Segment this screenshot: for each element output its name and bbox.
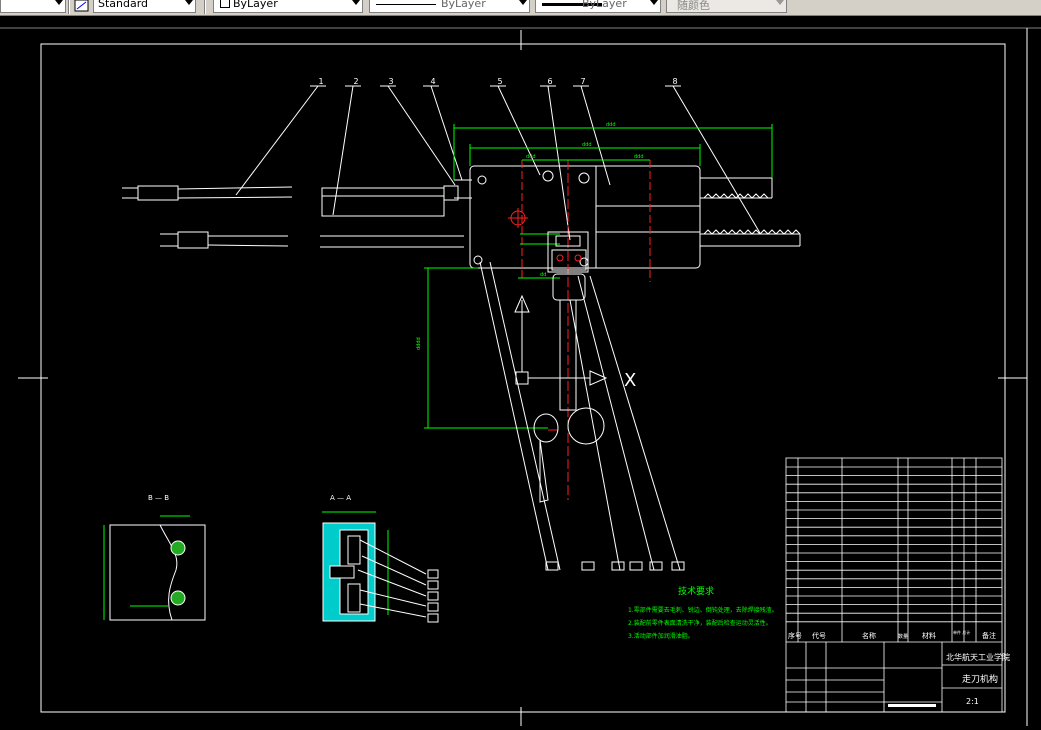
- part-number-tags: [545, 561, 685, 571]
- layer-combo[interactable]: ByLayer: [213, 0, 363, 13]
- centerlines-red: [508, 160, 651, 500]
- axis-x-label: X: [624, 370, 636, 391]
- section-bb-view: [103, 515, 206, 621]
- balloon-3: 3: [388, 77, 393, 86]
- tech-req-line-2: 2.装配前零件表面清洗干净，装配后检查运动灵活性。: [628, 619, 772, 627]
- section-bb-label: B — B: [148, 494, 169, 502]
- toolbar-separator: [68, 0, 70, 14]
- style-combo[interactable]: Standard: [93, 0, 196, 13]
- drawing-name: 走刀机构: [962, 673, 998, 685]
- balloon-7: 7: [580, 77, 585, 86]
- tech-req-line-3: 3.活动部件加润滑油脂。: [628, 632, 694, 640]
- balloon-4: 4: [430, 77, 435, 86]
- title-block-text: 序号 代号 名称 数量 材料 单件 总计 备注 北华航天工业学院 走刀机构 2:…: [788, 629, 1010, 706]
- chevron-down-icon: [519, 0, 527, 5]
- lineweight-combo-value: ByLayer: [582, 0, 627, 10]
- svg-text:ddd: ddd: [526, 154, 536, 160]
- chevron-down-icon: [650, 0, 658, 5]
- leader-lines: [235, 85, 761, 241]
- linetype-combo-value: ByLayer: [441, 0, 486, 10]
- balloon-8: 8: [672, 77, 677, 86]
- color-combo-value: 随颜色: [677, 0, 710, 12]
- toolbar-separator: [204, 0, 206, 14]
- balloon-1: 1: [318, 77, 323, 86]
- balloon-6: 6: [547, 77, 552, 86]
- dimension-lines: [424, 124, 773, 429]
- svg-text:ddd: ddd: [634, 154, 644, 160]
- main-housing: [454, 165, 801, 269]
- header-name: 名称: [862, 631, 876, 640]
- school-name: 北华航天工业学院: [946, 652, 1010, 662]
- color-swatch-icon: [220, 0, 230, 8]
- balloon-5: 5: [497, 77, 502, 86]
- dimstyle-icon[interactable]: [74, 0, 90, 12]
- drawing-scale: 2:1: [966, 697, 979, 706]
- linetype-sample: [376, 4, 436, 5]
- style-combo-value: Standard: [98, 0, 149, 10]
- svg-text:ddd: ddd: [606, 122, 616, 128]
- svg-text:dd: dd: [540, 272, 546, 278]
- header-weight: 单件 总计: [953, 629, 970, 635]
- header-qty: 数量: [898, 633, 908, 640]
- properties-toolbar: Standard ByLayer ByLayer ByLayer 随颜色: [0, 0, 1041, 16]
- svg-text:ddd: ddd: [582, 142, 592, 148]
- section-aa-view: [322, 511, 439, 623]
- textstyle-prev-combo[interactable]: [0, 0, 66, 13]
- color-combo[interactable]: 随颜色: [666, 0, 787, 13]
- tech-req-title: 技术要求: [678, 585, 714, 597]
- balloon-2: 2: [353, 77, 358, 86]
- chevron-down-icon: [185, 0, 193, 5]
- technical-requirements: 技术要求 1.零部件需要去毛刺、锐边、倒钝处理，去除焊接残渣。 2.装配前零件表…: [628, 585, 778, 640]
- handle-lever: [479, 261, 681, 571]
- svg-text:dddd: dddd: [416, 337, 422, 350]
- chevron-down-icon: [352, 0, 360, 5]
- header-code: 代号: [812, 631, 826, 640]
- lineweight-combo[interactable]: ByLayer: [535, 0, 661, 13]
- layer-combo-value: ByLayer: [233, 0, 278, 10]
- section-aa-label: A — A: [330, 494, 351, 502]
- chevron-down-icon: [776, 0, 784, 5]
- title-block-bar: [888, 704, 936, 707]
- header-material: 材料: [922, 631, 936, 640]
- drawing-canvas[interactable]: 1 2 3 4 5 6 7 8 ddddddddd ddddd dddd X B…: [0, 16, 1041, 730]
- tech-req-line-1: 1.零部件需要去毛刺、锐边、倒钝处理，去除焊接残渣。: [628, 606, 778, 614]
- parts-list: [785, 457, 1003, 713]
- header-note: 备注: [982, 631, 996, 640]
- header-seq: 序号: [788, 631, 802, 640]
- drawing-frame: [40, 43, 1006, 713]
- linetype-combo[interactable]: ByLayer: [369, 0, 530, 13]
- rod-assembly-left: [122, 185, 464, 249]
